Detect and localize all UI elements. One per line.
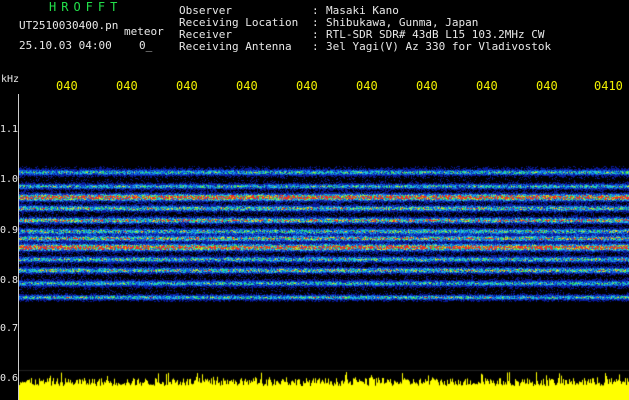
detector-label: meteor xyxy=(124,25,164,38)
y-tick-label: 1.1 xyxy=(0,124,19,135)
y-tick-label: 0.6 xyxy=(0,373,19,384)
time-tick-label: 040 xyxy=(296,79,318,93)
antenna-label: Receiving Antenna xyxy=(179,40,292,53)
time-tick-label: 0410 xyxy=(594,79,623,93)
y-tick-label: 0.9 xyxy=(0,225,19,236)
file-name: UT2510030400.pn xyxy=(19,19,119,32)
app-brand-title: HROFFT xyxy=(49,0,123,14)
time-tick-label: 040 xyxy=(176,79,198,93)
y-tick-label: 0.7 xyxy=(0,323,19,334)
observation-datetime: 25.10.03 04:00 xyxy=(19,39,112,52)
meteor-counter: 0_ xyxy=(139,39,153,52)
time-tick-label: 040 xyxy=(536,79,558,93)
time-tick-label: 040 xyxy=(356,79,378,93)
time-tick-label: 040 xyxy=(416,79,438,93)
antenna-value: 3el Yagi(V) Az 330 for Vladivostok xyxy=(326,40,552,53)
time-tick-label: 040 xyxy=(116,79,138,93)
separator: : xyxy=(312,40,319,53)
y-axis-line xyxy=(18,94,19,400)
time-tick-label: 040 xyxy=(236,79,258,93)
y-tick-label: 0.8 xyxy=(0,275,19,286)
y-axis-unit: kHz xyxy=(1,74,20,85)
time-tick-label: 040 xyxy=(476,79,498,93)
spectrogram xyxy=(18,94,629,400)
y-tick-label: 1.0 xyxy=(0,174,19,185)
time-tick-label: 040 xyxy=(56,79,78,93)
